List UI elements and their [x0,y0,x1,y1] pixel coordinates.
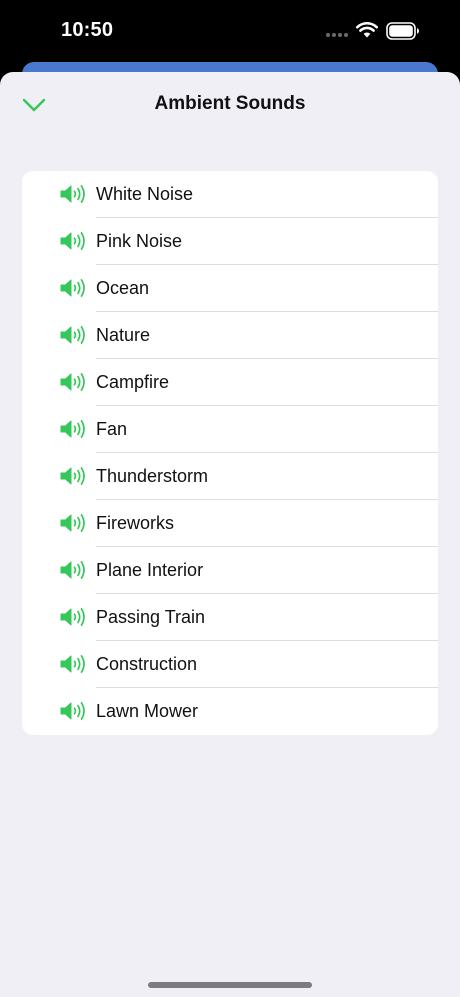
sound-list-item[interactable]: Ocean [22,265,438,312]
sound-list: White Noise Pink Noise Ocean Nature Camp… [22,171,438,735]
status-bar: 10:50 [0,0,460,64]
wifi-icon [356,22,378,38]
cellular-signal-icon [326,33,350,39]
status-time: 10:50 [61,19,114,41]
sound-label: Passing Train [96,607,206,627]
speaker-wave-icon [60,655,85,673]
home-indicator[interactable] [148,982,312,988]
sound-label: Nature [96,325,151,345]
sound-list-item[interactable]: Nature [22,312,438,359]
speaker-wave-icon [60,232,85,250]
sound-label: Lawn Mower [96,701,199,721]
sound-label: Pink Noise [96,231,183,251]
speaker-wave-icon [60,561,85,579]
sound-list-item[interactable]: Construction [22,641,438,688]
sound-label: White Noise [96,184,194,204]
ambient-sounds-sheet: Ambient Sounds White Noise Pink Noise Oc… [0,72,460,997]
speaker-wave-icon [60,608,85,626]
sheet-title: Ambient Sounds [154,93,306,114]
sound-label: Campfire [96,372,170,392]
sound-list-item[interactable]: Lawn Mower [22,688,438,735]
sound-list-item[interactable]: Thunderstorm [22,453,438,500]
sound-label: Construction [96,654,198,674]
sound-label: Plane Interior [96,560,204,580]
speaker-wave-icon [60,420,85,438]
sound-list-item[interactable]: Pink Noise [22,218,438,265]
speaker-wave-icon [60,279,85,297]
sound-list-item[interactable]: Fireworks [22,500,438,547]
speaker-wave-icon [60,702,85,720]
sound-label: Fireworks [96,513,175,533]
sound-list-item[interactable]: Plane Interior [22,547,438,594]
speaker-wave-icon [60,373,85,391]
sound-label: Thunderstorm [96,466,209,486]
sound-list-item[interactable]: Fan [22,406,438,453]
speaker-wave-icon [60,514,85,532]
sound-list-item[interactable]: White Noise [22,171,438,218]
battery-icon [386,22,419,40]
sound-label: Fan [96,419,128,439]
sound-label: Ocean [96,278,150,298]
speaker-wave-icon [60,467,85,485]
sound-list-item[interactable]: Campfire [22,359,438,406]
sheet-header: Ambient Sounds [0,72,460,136]
speaker-wave-icon [60,185,85,203]
sound-list-item[interactable]: Passing Train [22,594,438,641]
speaker-wave-icon [60,326,85,344]
